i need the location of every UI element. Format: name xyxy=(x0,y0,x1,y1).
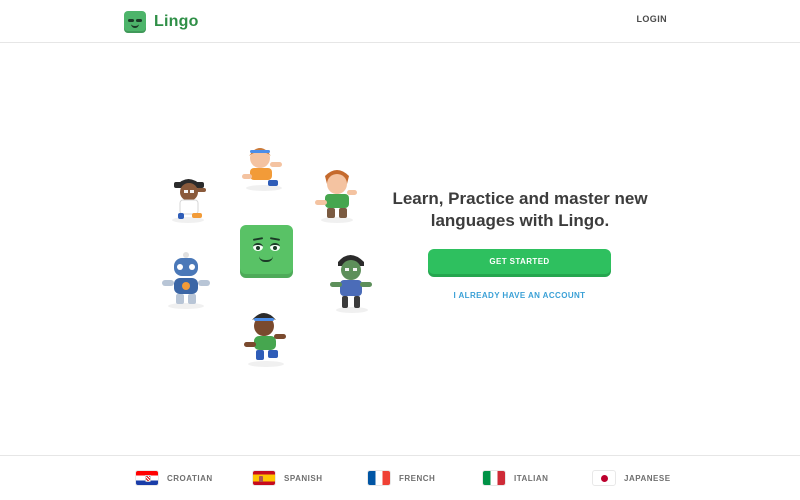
language-label: SPANISH xyxy=(284,473,323,483)
character-robot-icon xyxy=(162,252,210,309)
language-label: FRENCH xyxy=(399,473,436,483)
character-zombie-icon xyxy=(330,255,372,313)
logo-smile xyxy=(131,23,139,28)
character-boy-green-shirt-icon xyxy=(315,170,357,223)
mascot-eye-right xyxy=(270,243,280,251)
hero-tagline-line1: Learn, Practice and master new xyxy=(392,189,648,208)
italy-flag-icon xyxy=(482,470,506,486)
language-item-french[interactable]: FRENCH xyxy=(367,470,435,486)
language-item-japanese[interactable]: JAPANESE xyxy=(592,470,671,486)
lingo-mascot-icon xyxy=(240,225,293,278)
hero-tagline-line2: languages with Lingo. xyxy=(430,211,610,230)
already-have-account-link[interactable]: I ALREADY HAVE AN ACCOUNT xyxy=(428,291,611,300)
brand-link[interactable]: Lingo xyxy=(124,11,199,33)
language-label: ITALIAN xyxy=(514,473,549,483)
croatia-flag-icon xyxy=(135,470,159,486)
language-item-croatian[interactable]: CROATIAN xyxy=(135,470,213,486)
logo-eye-left xyxy=(128,19,134,22)
spain-flag-icon xyxy=(252,470,276,486)
mascot-mouth xyxy=(259,256,273,262)
japan-flag-icon xyxy=(592,470,616,486)
france-flag-icon xyxy=(367,470,391,486)
character-girl-waving-icon xyxy=(242,148,282,191)
language-item-spanish[interactable]: SPANISH xyxy=(252,470,322,486)
mascot-eye-left xyxy=(253,243,263,251)
mascot-brow-left xyxy=(252,237,264,241)
language-label: CROATIAN xyxy=(167,473,213,483)
language-label: JAPANESE xyxy=(624,473,671,483)
landing-page: Lingo LOGIN Learn, Practice and master n… xyxy=(0,0,800,500)
logo-eye-right xyxy=(136,19,142,22)
character-girl-running-icon xyxy=(244,313,286,367)
lingo-logo-icon xyxy=(124,11,146,33)
get-started-button[interactable]: GET STARTED xyxy=(428,249,611,274)
hero-illustration xyxy=(150,130,390,370)
language-item-italian[interactable]: ITALIAN xyxy=(482,470,548,486)
top-nav: Lingo LOGIN xyxy=(0,0,800,43)
language-bar: CROATIAN SPANISH FRENCH ITALIAN JAPANESE xyxy=(0,455,800,500)
brand-name: Lingo xyxy=(154,13,199,30)
mascot-brow-right xyxy=(269,237,281,241)
character-boy-with-hat-icon xyxy=(172,179,206,223)
hero-tagline: Learn, Practice and master new languages… xyxy=(390,188,650,232)
login-link[interactable]: LOGIN xyxy=(637,14,668,24)
